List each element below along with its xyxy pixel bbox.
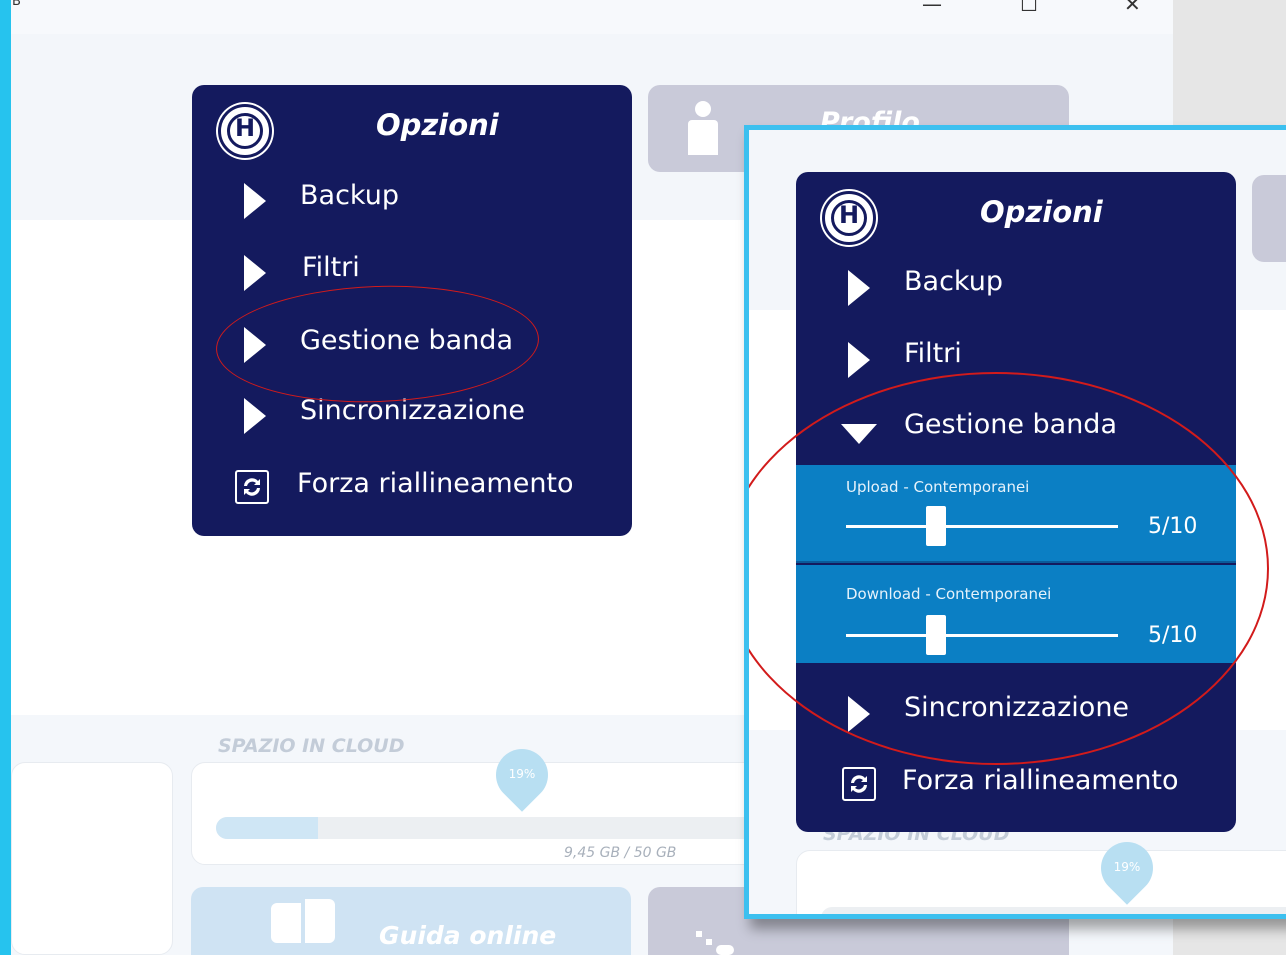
expand-arrow-icon bbox=[848, 270, 870, 306]
person-icon bbox=[688, 101, 718, 155]
window-title: B bbox=[12, 0, 21, 9]
percent-label: 19% bbox=[508, 767, 536, 781]
zoom-annotation-circle bbox=[749, 372, 1269, 765]
cloud-heading: SPAZIO IN CLOUD bbox=[218, 735, 405, 757]
refresh-icon bbox=[235, 470, 269, 504]
minimize-button[interactable]: — bbox=[922, 0, 942, 16]
zoom-percent-label: 19% bbox=[1113, 860, 1141, 874]
menu-item-forza-riallineamento[interactable]: Forza riallineamento bbox=[192, 465, 632, 515]
menu-title: Opzioni bbox=[376, 108, 499, 142]
storage-usage-text: 9,45 GB / 50 GB bbox=[564, 845, 677, 861]
zoom-menu-title: Opzioni bbox=[980, 195, 1103, 229]
cloud-progress-bar bbox=[216, 817, 756, 839]
zoom-cloud-progress-bar bbox=[821, 907, 1286, 914]
side-card bbox=[11, 762, 173, 955]
menu-item-label: Backup bbox=[904, 266, 1003, 297]
zoom-cloud-card bbox=[796, 850, 1286, 914]
zoom-menu-item-backup[interactable]: Backup bbox=[796, 264, 1236, 314]
expand-arrow-icon bbox=[848, 342, 870, 378]
zoomed-detail-window: SPAZIO IN CLOUD 19% H Opzioni Backup Fil… bbox=[744, 125, 1286, 919]
expand-arrow-icon bbox=[244, 255, 266, 291]
menu-item-label: Filtri bbox=[904, 338, 962, 369]
dots-icon bbox=[696, 931, 736, 955]
left-edge-bar bbox=[0, 0, 11, 955]
book-icon bbox=[271, 899, 335, 945]
app-logo-icon: H bbox=[218, 104, 272, 158]
menu-item-label: Filtri bbox=[302, 252, 360, 283]
refresh-icon bbox=[842, 767, 876, 801]
cloud-card: 9,45 GB / 50 GB bbox=[191, 762, 761, 865]
menu-item-label: Backup bbox=[300, 180, 399, 211]
expand-arrow-icon bbox=[244, 183, 266, 219]
close-button[interactable]: ✕ bbox=[1124, 0, 1141, 16]
zoom-profile-card[interactable] bbox=[1252, 175, 1286, 262]
maximize-button[interactable]: ☐ bbox=[1020, 0, 1038, 16]
expand-arrow-icon bbox=[244, 398, 266, 434]
zoom-menu-item-forza-riallineamento[interactable]: Forza riallineamento bbox=[796, 763, 1236, 813]
menu-item-label: Forza riallineamento bbox=[902, 765, 1179, 796]
zoom-app-logo-icon: H bbox=[822, 191, 876, 245]
guide-online-button[interactable]: Guida online bbox=[191, 887, 631, 955]
menu-item-backup[interactable]: Backup bbox=[192, 177, 632, 227]
menu-item-label: Forza riallineamento bbox=[297, 468, 574, 499]
guide-online-label: Guida online bbox=[379, 921, 557, 950]
cloud-progress-fill bbox=[216, 817, 319, 839]
